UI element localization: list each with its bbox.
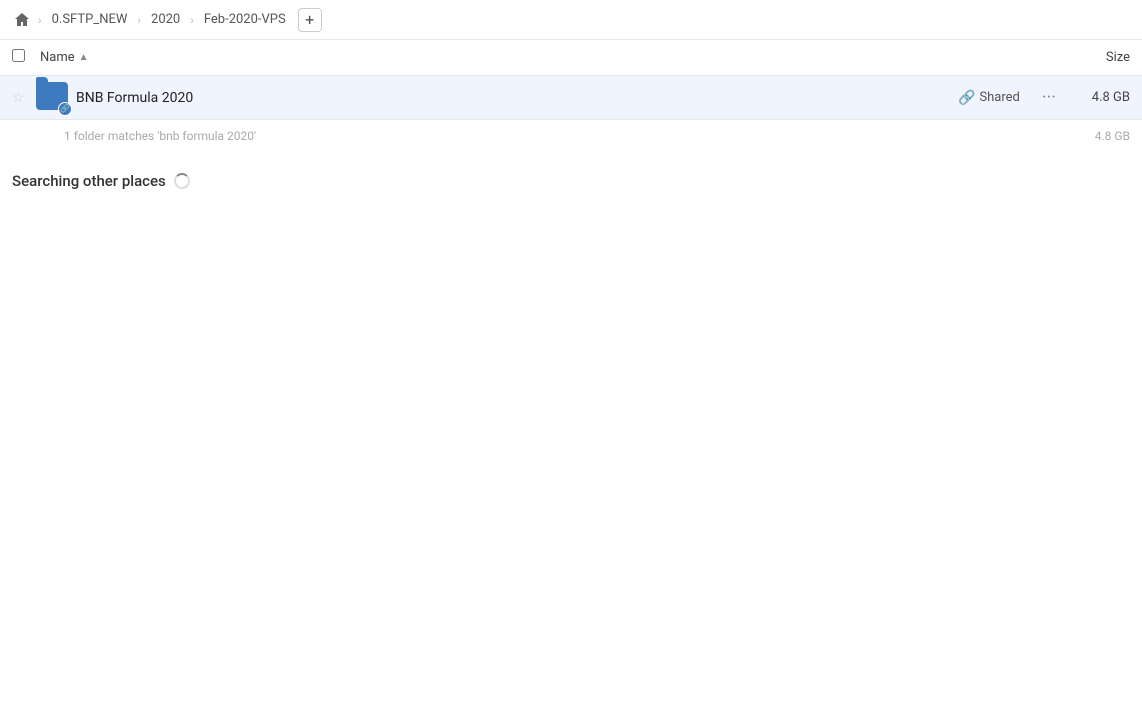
shared-label: Shared (979, 90, 1019, 105)
home-icon (14, 12, 30, 28)
sort-icon: ▲ (79, 52, 89, 63)
breadcrumb-item-sftp[interactable]: 0.SFTP_NEW (48, 10, 132, 29)
size-column-header[interactable]: Size (1050, 50, 1130, 65)
select-all-checkbox[interactable] (12, 49, 32, 66)
match-count-row: 1 folder matches 'bnb formula 2020' 4.8 … (0, 120, 1142, 152)
more-options-button[interactable]: ··· (1036, 83, 1062, 112)
folder-icon-container: 🔗 (36, 82, 68, 114)
breadcrumb-bar: › 0.SFTP_NEW › 2020 › Feb-2020-VPS + (0, 0, 1142, 40)
match-count-text: 1 folder matches 'bnb formula 2020' (64, 129, 1070, 143)
searching-section: Searching other places (0, 152, 1142, 202)
searching-text: Searching other places (12, 172, 166, 190)
loading-spinner (174, 173, 190, 189)
file-row[interactable]: ☆ 🔗 BNB Formula 2020 🔗 Shared ··· 4.8 GB (0, 76, 1142, 120)
separator-1: › (38, 13, 42, 27)
shared-indicator: 🔗 Shared (958, 90, 1020, 106)
link-badge-icon: 🔗 (58, 102, 72, 116)
checkbox-input[interactable] (12, 49, 25, 62)
separator-3: › (190, 13, 194, 27)
add-breadcrumb-button[interactable]: + (298, 8, 322, 32)
column-header-row: Name ▲ Size (0, 40, 1142, 76)
name-column-header[interactable]: Name ▲ (40, 50, 1050, 65)
name-label: Name (40, 50, 75, 65)
file-size: 4.8 GB (1070, 90, 1130, 105)
separator-2: › (137, 13, 141, 27)
share-link-icon: 🔗 (958, 90, 975, 106)
breadcrumb-item-feb[interactable]: Feb-2020-VPS (200, 10, 290, 29)
star-button[interactable]: ☆ (12, 90, 32, 106)
breadcrumb-item-2020[interactable]: 2020 (147, 10, 184, 29)
home-button[interactable] (12, 10, 32, 30)
match-count-size: 4.8 GB (1070, 129, 1130, 143)
file-name: BNB Formula 2020 (76, 90, 958, 106)
